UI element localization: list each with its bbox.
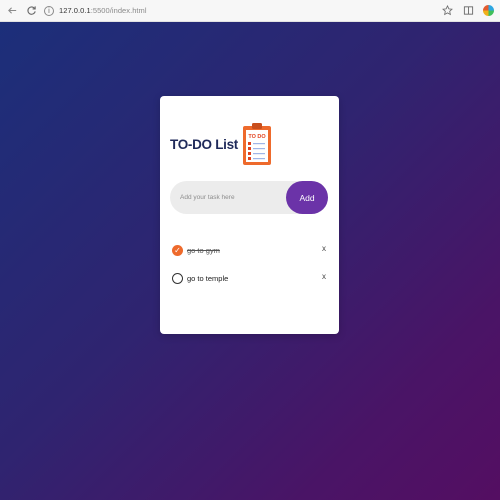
delete-task-button[interactable]: x bbox=[322, 272, 326, 281]
add-button[interactable]: Add bbox=[286, 181, 328, 214]
page-title: TO-DO List bbox=[170, 136, 239, 152]
split-screen-icon[interactable] bbox=[462, 5, 474, 17]
reload-icon[interactable] bbox=[25, 5, 37, 17]
browser-toolbar: i 127.0.0.1:5500/index.html bbox=[0, 0, 500, 22]
url-host: 127.0.0.1 bbox=[59, 6, 91, 15]
task-text[interactable]: go to gym bbox=[187, 246, 220, 255]
unchecked-icon[interactable] bbox=[172, 272, 183, 284]
add-task-row: Add bbox=[170, 181, 328, 214]
checked-icon[interactable]: ✓ bbox=[172, 244, 183, 256]
url-text[interactable]: 127.0.0.1:5500/index.html bbox=[59, 6, 147, 15]
back-arrow-icon[interactable] bbox=[6, 5, 18, 17]
delete-task-button[interactable]: x bbox=[322, 244, 326, 253]
task-list: ✓ go to gym x go to temple x bbox=[172, 236, 328, 292]
extension-icon[interactable] bbox=[483, 5, 494, 16]
list-item[interactable]: go to temple x bbox=[172, 264, 328, 292]
url-path: :5500/index.html bbox=[90, 6, 147, 15]
todo-card: TO-DO List TO DO Add ✓ bbox=[160, 96, 339, 334]
clipboard-icon: TO DO bbox=[242, 122, 272, 166]
task-text[interactable]: go to temple bbox=[187, 274, 228, 283]
star-icon[interactable] bbox=[441, 5, 453, 17]
info-icon[interactable]: i bbox=[44, 5, 54, 16]
title-row: TO-DO List TO DO bbox=[170, 122, 272, 166]
clipboard-label: TO DO bbox=[248, 134, 266, 140]
toolbar-right bbox=[441, 5, 494, 17]
address-bar[interactable]: i 127.0.0.1:5500/index.html bbox=[44, 5, 434, 16]
page-background: TO-DO List TO DO Add ✓ bbox=[0, 22, 500, 500]
task-input[interactable] bbox=[170, 181, 286, 214]
list-item[interactable]: ✓ go to gym x bbox=[172, 236, 328, 264]
